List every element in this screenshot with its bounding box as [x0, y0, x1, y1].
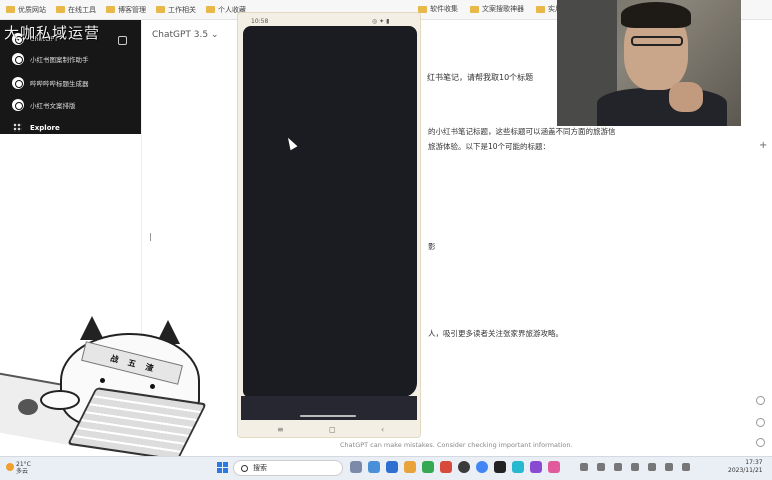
folder-icon — [418, 5, 427, 13]
tray-icon[interactable] — [580, 463, 588, 471]
bookmarks-right: 软件收集 文案搜歌神器 实用 — [418, 4, 562, 14]
taskbar-weather[interactable]: 21°C 多云 — [16, 461, 31, 475]
tray-icon[interactable] — [597, 463, 605, 471]
search-icon — [241, 464, 248, 472]
chrome-app-icon[interactable] — [476, 461, 488, 473]
bookmark-folder[interactable]: 软件收集 — [418, 4, 458, 14]
taskbar-app-icon[interactable] — [548, 461, 560, 473]
folder-icon — [56, 6, 65, 13]
assistant-fragment: 影 — [428, 242, 436, 251]
assistant-text: 旅游体验。以下是10个可能的标题： — [428, 142, 551, 151]
phone-home-bar[interactable] — [300, 415, 356, 417]
disclaimer: ChatGPT can make mistakes. Consider chec… — [340, 441, 573, 449]
share-icon[interactable] — [756, 418, 765, 427]
menu-key-icon[interactable]: ≡ — [277, 425, 284, 434]
gpt-avatar-icon — [12, 99, 24, 111]
cat-eye — [100, 378, 105, 383]
bookmark-folder[interactable]: 工作相关 — [156, 5, 196, 15]
brand-overlay-text: 大咖私域运营 — [4, 24, 101, 42]
sidebar-item-gpt[interactable]: 哔哔哔哔标题生成器 — [12, 77, 89, 89]
gpt-avatar-icon — [12, 53, 24, 65]
wifi-icon[interactable] — [648, 463, 656, 471]
assistant-text: 人，吸引更多读者关注张家界旅游攻略。 — [428, 329, 563, 338]
info-icon[interactable] — [756, 438, 765, 447]
weather-sun-icon — [6, 463, 14, 471]
folder-icon — [470, 5, 479, 13]
taskbar-app-icon[interactable] — [440, 461, 452, 473]
home-key-icon[interactable]: ◻ — [329, 425, 336, 434]
gpt-avatar-icon — [12, 77, 24, 89]
folder-icon — [106, 6, 115, 13]
taskbar-app-icon[interactable] — [530, 461, 542, 473]
folder-icon — [156, 6, 165, 13]
bookmark-folder[interactable]: 博客管理 — [106, 5, 146, 15]
sidebar-item-gpt[interactable]: 小红书图案制作助手 — [12, 53, 89, 65]
phone-status-time: 10:58 — [251, 18, 269, 25]
phone-screen[interactable] — [243, 26, 417, 397]
bookmarks-left: 优质网站 在线工具 博客管理 工作相关 个人收藏 — [6, 5, 246, 15]
user-message: 红书笔记，请帮我取10个标题 — [427, 73, 534, 82]
taskbar-app-icon[interactable] — [386, 461, 398, 473]
taskbar-app-icon[interactable] — [458, 461, 470, 473]
taskbar-app-icon[interactable] — [494, 461, 506, 473]
bookmark-folder[interactable]: 文案搜歌神器 — [470, 4, 524, 14]
mascot-paw — [40, 390, 80, 410]
sidebar-explore[interactable]: Explore — [30, 124, 60, 132]
taskbar-app-icon[interactable] — [422, 461, 434, 473]
folder-icon — [536, 5, 545, 13]
assistant-text: 的小红书笔记标题，这些标题可以涵盖不同方面的旅游信 — [428, 127, 616, 136]
explore-grid-icon — [13, 123, 22, 132]
taskbar-app-icon[interactable] — [368, 461, 380, 473]
new-chat-icon[interactable] — [118, 36, 127, 45]
bookmark-folder[interactable]: 在线工具 — [56, 5, 96, 15]
folder-icon — [6, 6, 15, 13]
tray-icon[interactable] — [614, 463, 622, 471]
webcam-person-glasses — [631, 36, 683, 46]
scroll-tick — [150, 233, 151, 241]
plus-icon[interactable]: + — [759, 140, 767, 151]
taskbar-app-icon[interactable] — [404, 461, 416, 473]
cat-eye — [150, 384, 155, 389]
webcam-person-hand — [669, 82, 703, 112]
mascot-mouse — [18, 399, 38, 415]
bookmark-folder[interactable]: 优质网站 — [6, 5, 46, 15]
model-selector[interactable]: ChatGPT 3.5 ⌄ — [152, 30, 219, 40]
taskbar-search[interactable]: 搜索 — [233, 460, 343, 476]
volume-icon[interactable] — [665, 463, 673, 471]
taskbar-app-icon[interactable] — [350, 461, 362, 473]
taskbar-app-icon[interactable] — [512, 461, 524, 473]
taskbar-clock[interactable]: 17:37 2023/11/21 — [728, 459, 763, 475]
windows-start-icon[interactable] — [217, 462, 228, 473]
webcam-person-hair — [621, 2, 691, 28]
help-icon[interactable] — [756, 396, 765, 405]
system-tray — [580, 463, 690, 471]
back-key-icon[interactable]: ‹ — [381, 425, 384, 434]
phone-status-icons: ◎ ✦ ▮ — [372, 18, 390, 25]
folder-icon — [206, 6, 215, 13]
tray-icon[interactable] — [631, 463, 639, 471]
webcam-overlay — [557, 0, 741, 126]
battery-icon[interactable] — [682, 463, 690, 471]
webcam-person-body — [597, 88, 727, 126]
sidebar-item-gpt[interactable]: 小红书文案排版 — [12, 99, 76, 111]
